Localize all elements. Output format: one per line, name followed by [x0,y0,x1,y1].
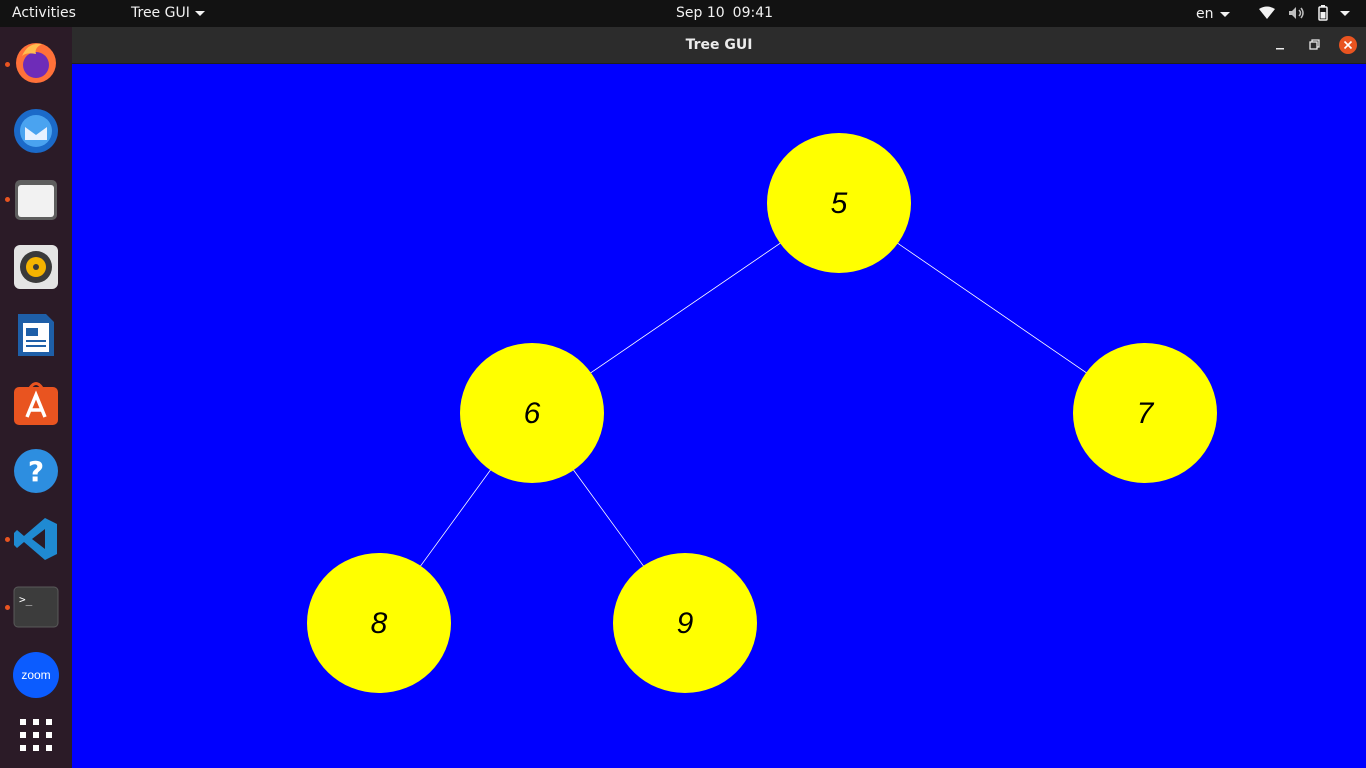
language-label: en [1196,6,1214,22]
help-icon[interactable]: ? [12,447,60,495]
running-indicator [5,197,10,202]
svg-text:?: ? [28,455,44,488]
zoom-label: zoom [21,668,50,682]
battery-icon [1318,5,1328,21]
running-indicator [5,605,10,610]
wifi-icon [1259,6,1275,19]
tree-canvas[interactable]: 5 6 7 8 9 [72,64,1366,768]
dock: ? >_ zoom [0,27,72,768]
maximize-button[interactable] [1305,36,1323,54]
chevron-down-icon [194,10,205,16]
running-indicator [5,537,10,542]
chevron-down-icon [1340,10,1350,16]
date-label: Sep 10 [676,5,725,21]
minimize-button[interactable] [1271,36,1289,54]
node-label: 6 [524,397,541,430]
tree-node[interactable]: 8 [307,553,451,693]
language-selector[interactable]: en [1196,6,1230,22]
window-titlebar[interactable]: Tree GUI [72,27,1366,64]
app-center-icon[interactable] [12,379,60,427]
volume-icon [1289,7,1304,19]
node-label: 9 [677,607,694,640]
node-label: 8 [371,607,388,640]
node-label: 7 [1137,397,1155,430]
running-indicator [5,62,10,67]
vscode-icon[interactable] [12,515,60,563]
libreoffice-writer-icon[interactable] [12,311,60,359]
firefox-icon[interactable] [12,38,60,86]
app-menu-label: Tree GUI [131,5,190,21]
tree-node[interactable]: 7 [1073,343,1217,483]
files-icon[interactable] [12,175,60,223]
thunderbird-icon[interactable] [12,107,60,155]
rhythmbox-icon[interactable] [12,243,60,291]
system-menu-button[interactable] [1258,5,1350,21]
zoom-icon[interactable]: zoom [12,651,60,699]
tree-node[interactable]: 6 [460,343,604,483]
terminal-prompt: >_ [19,593,33,606]
show-apps-icon[interactable] [12,711,60,759]
tree-node[interactable]: 9 [613,553,757,693]
time-label: 09:41 [732,5,774,21]
terminal-icon[interactable]: >_ [12,583,60,631]
app-menu-button[interactable]: Tree GUI [131,5,205,21]
node-label: 5 [831,187,848,220]
window-title: Tree GUI [685,37,753,53]
clock-button[interactable]: Sep 10 09:41 [676,5,773,21]
tree-node[interactable]: 5 [767,133,911,273]
activities-button[interactable]: Activities [12,5,76,21]
top-bar: Activities Tree GUI Sep 10 09:41 en [0,0,1366,27]
close-button[interactable] [1339,36,1357,54]
chevron-down-icon [1219,11,1230,17]
